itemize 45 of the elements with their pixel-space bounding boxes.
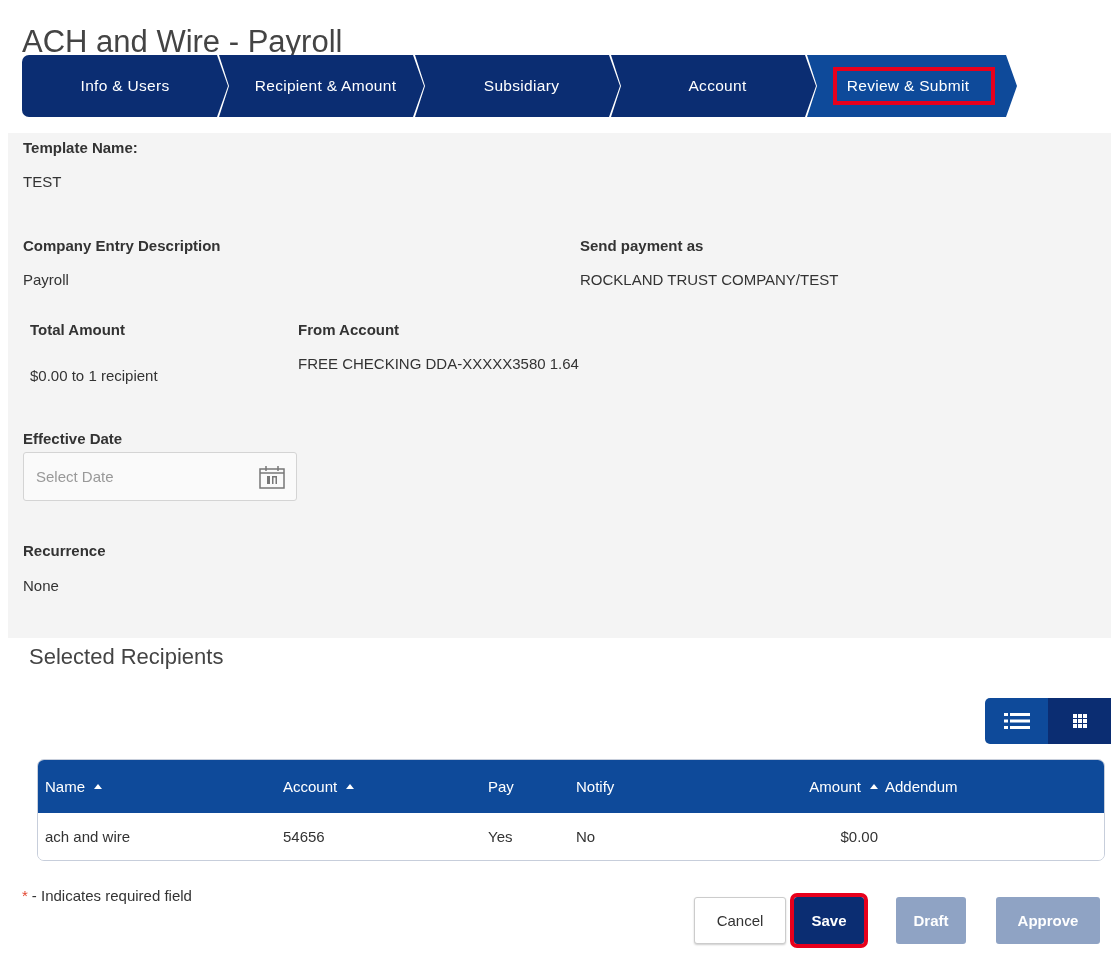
approve-button: Approve: [996, 897, 1100, 944]
column-header[interactable]: Name: [38, 778, 276, 795]
field-value: ROCKLAND TRUST COMPANY/TEST: [580, 270, 839, 290]
field-value: None: [23, 576, 60, 596]
required-asterisk: *: [22, 887, 28, 904]
wizard-step-tab[interactable]: Info & Users: [22, 55, 228, 117]
field-value: FREE CHECKING DDA-XXXXX3580 1.64: [298, 354, 579, 374]
date-field[interactable]: Select Date: [23, 452, 297, 501]
sort-icon[interactable]: [870, 784, 878, 789]
column-header[interactable]: Amount: [779, 778, 878, 795]
grid-view-button[interactable]: [1048, 698, 1111, 744]
field-label: Template Name:: [23, 138, 139, 158]
table-cell-text: $0.00: [839, 828, 878, 845]
wizard-step-tab[interactable]: Review & Submit: [807, 55, 1017, 117]
field-value: $0.00 to 1 recipient: [30, 366, 159, 386]
field-label: Recurrence: [23, 541, 107, 561]
field-label: Total Amount: [30, 320, 126, 340]
draft-button: Draft: [896, 897, 966, 944]
field-label: Send payment as: [580, 236, 705, 256]
table-cell-text: Yes: [487, 828, 514, 845]
wizard-step-tab[interactable]: Recipient & Amount: [219, 55, 424, 117]
column-header: Notify: [575, 778, 616, 795]
required-field-note: - Indicates required field: [31, 887, 192, 904]
table-cell-text: No: [575, 828, 597, 845]
table-cell-text: ach and wire: [44, 828, 132, 845]
field-value: Payroll: [23, 270, 70, 290]
page-title: ACH and Wire - Payroll: [21, 23, 344, 55]
cancel-button[interactable]: Cancel: [694, 897, 786, 944]
list-icon: [1003, 712, 1030, 730]
column-header: Addendum: [884, 778, 959, 795]
wizard-step-tab[interactable]: Account: [611, 55, 816, 117]
field-value: TEST: [23, 172, 63, 192]
section-heading: Selected Recipients: [28, 643, 225, 670]
field-label: From Account: [298, 320, 401, 340]
table-cell-text: 54656: [282, 828, 326, 845]
column-header[interactable]: Account: [276, 778, 481, 795]
wizard-step-tab[interactable]: Subsidiary: [415, 55, 620, 117]
field-label: Company Entry Description: [23, 236, 222, 256]
sort-icon[interactable]: [94, 784, 102, 789]
field-label: Effective Date: [23, 429, 124, 449]
sort-icon[interactable]: [346, 784, 355, 789]
grid-icon: [1072, 714, 1087, 728]
list-view-button[interactable]: [985, 698, 1048, 744]
column-header: Pay: [487, 778, 515, 795]
calendar-icon: [259, 465, 285, 489]
